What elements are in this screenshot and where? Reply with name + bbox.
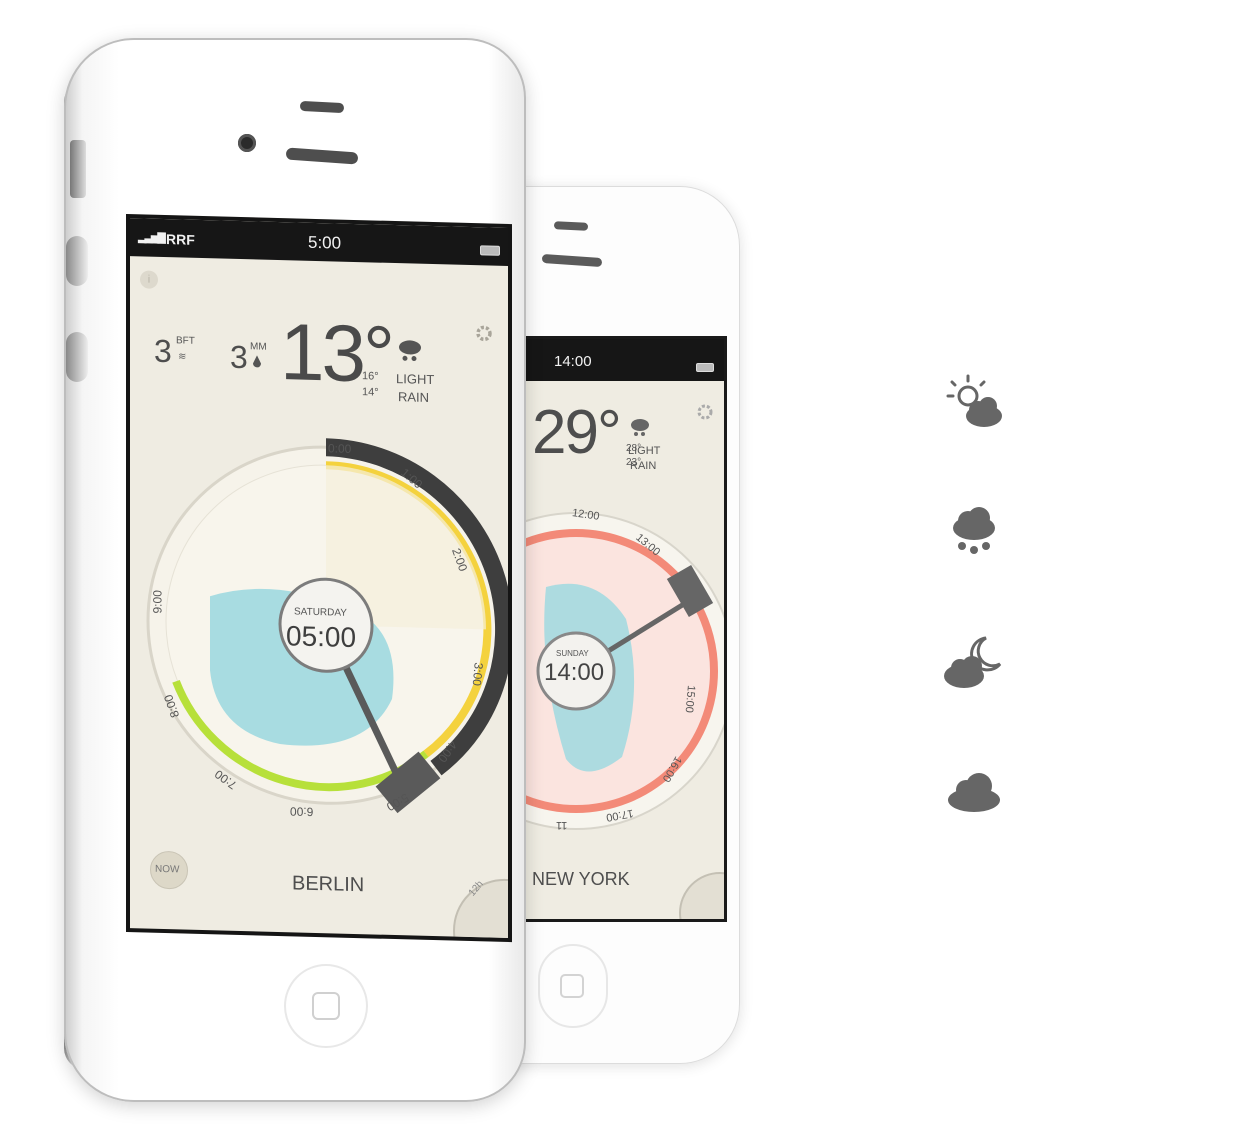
front-status-time: 5:00 <box>308 232 342 253</box>
back-earpiece <box>553 221 589 231</box>
mute-switch[interactable] <box>70 140 86 198</box>
raindrop-icon <box>252 355 262 374</box>
carrier-name: RRF <box>166 231 195 248</box>
dial-hour-9: 9:00 <box>150 589 165 614</box>
front-battery-icon <box>480 245 500 256</box>
rain-cloud-icon <box>948 506 1000 567</box>
dial-day: SATURDAY <box>294 606 347 619</box>
back-rain-cloud-icon <box>630 417 650 444</box>
rain-value: 3 <box>230 338 248 376</box>
condition-line2: RAIN <box>398 389 430 405</box>
back-city-name: NEW YORK <box>532 869 630 889</box>
back-dial-time: 14:00 <box>544 659 605 686</box>
back-condition-line1: LIGHT <box>628 445 661 457</box>
back-dial-hour-15: 15:00 <box>682 684 697 714</box>
wind-value: 3 <box>154 332 172 370</box>
sun-cloud-icon <box>944 372 1006 437</box>
back-dial-day: SUNDAY <box>556 649 589 658</box>
wind-icon: ≋ <box>178 351 187 363</box>
front-camera <box>238 134 256 152</box>
rain-unit: MM <box>250 341 267 353</box>
back-temperature: 29° <box>532 398 622 467</box>
cloud-icon <box>946 770 1002 819</box>
volume-up-button[interactable] <box>66 236 88 286</box>
back-home-button[interactable] <box>538 944 608 1028</box>
back-range-dial-icon[interactable] <box>676 859 724 919</box>
dial-hour-3: 3:00 <box>469 661 486 687</box>
dial-time: 05:00 <box>286 620 357 654</box>
condition-rain-cloud-icon <box>398 337 422 371</box>
back-battery-icon <box>696 363 714 372</box>
dial-hour-6: 6:00 <box>290 804 314 819</box>
back-status-bar: 14:00 <box>526 339 724 381</box>
back-status-time: 14:00 <box>554 353 592 370</box>
dial-hour-0: 0:00 <box>328 441 352 456</box>
city-name: BERLIN <box>292 872 365 897</box>
now-button-label: NOW <box>155 863 180 876</box>
back-dial-hour-11: 11 <box>556 819 568 831</box>
front-screen: ▂▃▅▇ RRF 5:00 i 3 BFT ≋ 3 MM 13° 16° 14°… <box>126 214 512 943</box>
temp-low: 14° <box>362 386 379 399</box>
back-settings-gear-icon[interactable] <box>696 403 714 426</box>
volume-down-button[interactable] <box>66 332 88 382</box>
back-screen: 14:00 29° 28° 23° LIGHT RAIN 12:00 13:00… <box>526 336 727 922</box>
front-status-bar: ▂▃▅▇ RRF 5:00 <box>130 218 508 267</box>
moon-cloud-icon <box>942 632 1004 697</box>
front-home-button[interactable] <box>284 964 368 1048</box>
wind-unit: BFT <box>176 335 195 347</box>
temp-high: 16° <box>362 370 379 383</box>
back-condition-line2: RAIN <box>630 460 657 472</box>
range-dial-icon[interactable] <box>448 854 512 943</box>
info-icon[interactable]: i <box>140 270 158 289</box>
condition-line1: LIGHT <box>396 371 435 388</box>
settings-gear-icon[interactable] <box>474 323 494 349</box>
signal-strength-icon: ▂▃▅▇ <box>138 231 164 244</box>
